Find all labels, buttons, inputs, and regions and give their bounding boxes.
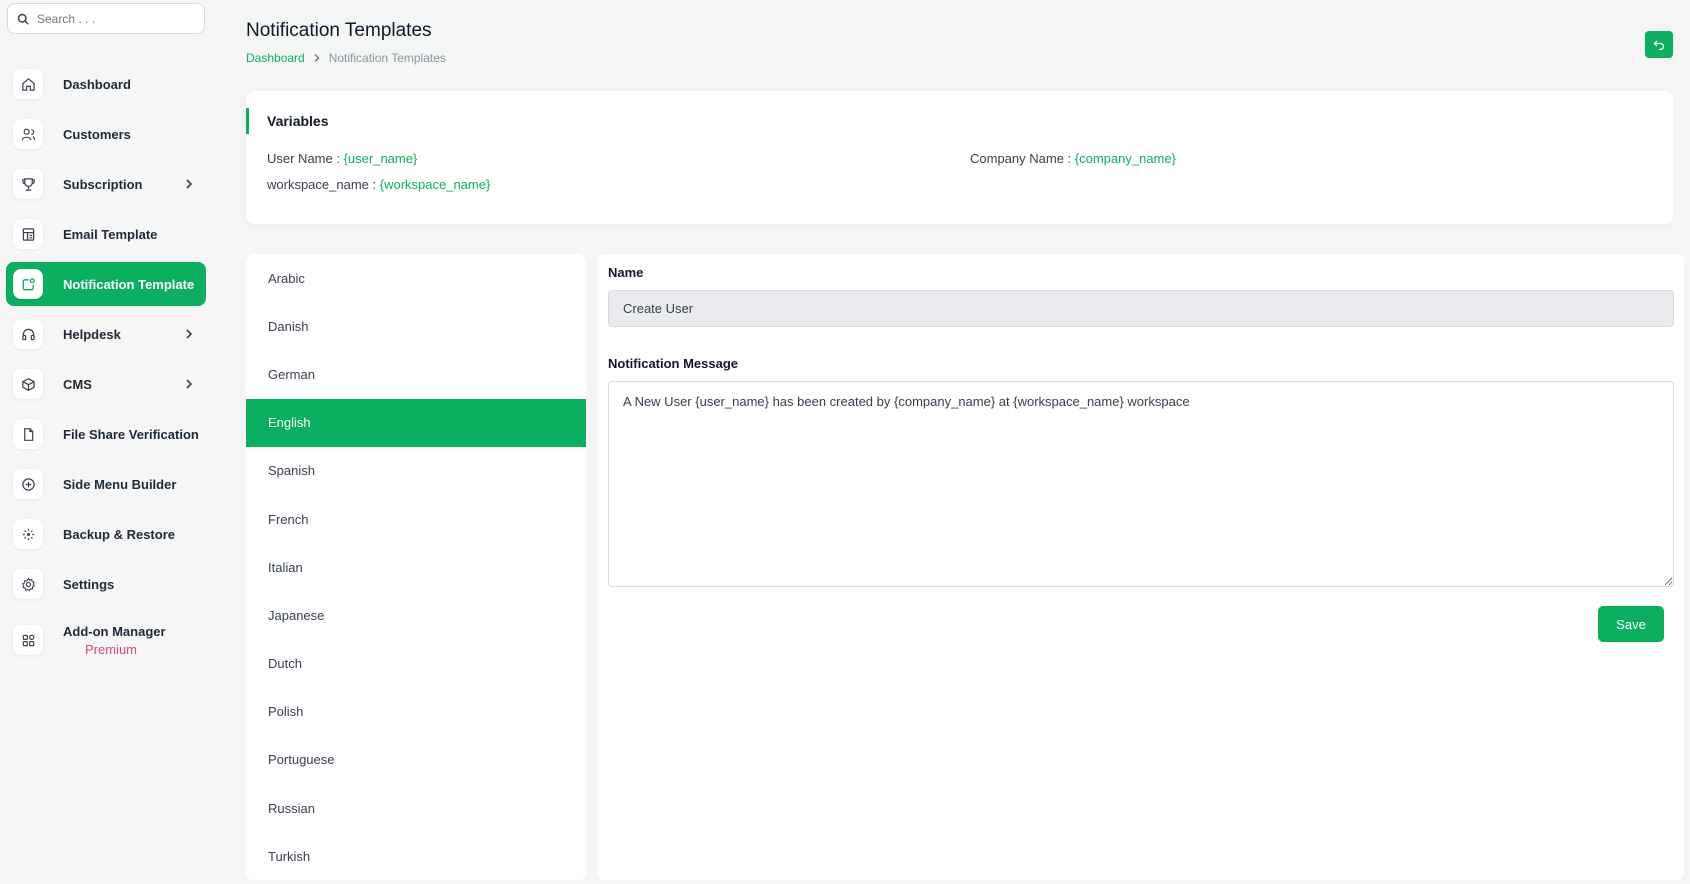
variable-company-name: Company Name : {company_name} bbox=[970, 151, 1176, 166]
premium-badge: Premium bbox=[85, 642, 138, 657]
breadcrumb: Dashboard Notification Templates bbox=[246, 51, 446, 65]
variables-card: Variables User Name : {user_name} Compan… bbox=[246, 91, 1673, 224]
sidebar-item-label: Email Template bbox=[63, 226, 158, 242]
sidebar-item-settings[interactable]: Settings bbox=[6, 562, 206, 606]
sidebar: Dashboard Customers Subscription Email T… bbox=[0, 0, 220, 884]
back-button[interactable] bbox=[1645, 31, 1673, 58]
cube-icon bbox=[13, 369, 43, 399]
language-item-german[interactable]: German bbox=[246, 350, 586, 398]
card-accent-bar bbox=[246, 108, 249, 134]
sidebar-item-label: Helpdesk bbox=[63, 326, 121, 342]
sidebar-item-file-share-verification[interactable]: File Share Verification bbox=[6, 412, 206, 456]
language-item-turkish[interactable]: Turkish bbox=[246, 832, 586, 880]
sidebar-item-label: File Share Verification bbox=[63, 426, 199, 442]
sidebar-nav: Dashboard Customers Subscription Email T… bbox=[6, 62, 206, 672]
language-item-dutch[interactable]: Dutch bbox=[246, 640, 586, 688]
variable-label: Company Name : bbox=[970, 151, 1075, 166]
chevron-right-icon bbox=[314, 54, 320, 62]
notification-message-label: Notification Message bbox=[608, 356, 739, 371]
template-editor: Name Notification Message A New User {us… bbox=[597, 254, 1684, 880]
variable-workspace-name: workspace_name : {workspace_name} bbox=[267, 177, 490, 192]
breadcrumb-current: Notification Templates bbox=[328, 51, 446, 65]
language-item-polish[interactable]: Polish bbox=[246, 688, 586, 736]
language-list: Arabic Danish German English Spanish Fre… bbox=[246, 254, 586, 880]
sidebar-item-label: Backup & Restore bbox=[63, 526, 175, 542]
sidebar-item-label: Settings bbox=[63, 576, 115, 592]
sidebar-item-helpdesk[interactable]: Helpdesk bbox=[6, 312, 206, 356]
name-field[interactable] bbox=[608, 290, 1674, 327]
sidebar-item-label: Side Menu Builder bbox=[63, 476, 177, 492]
save-button[interactable]: Save bbox=[1598, 606, 1664, 642]
page-title: Notification Templates bbox=[246, 20, 432, 41]
backup-icon bbox=[13, 519, 43, 549]
back-arrow-icon bbox=[1653, 40, 1665, 50]
chevron-right-icon bbox=[186, 379, 193, 389]
language-item-italian[interactable]: Italian bbox=[246, 543, 586, 591]
template-icon bbox=[13, 219, 43, 249]
gear-icon bbox=[13, 569, 43, 599]
grid-icon bbox=[13, 625, 43, 655]
notification-icon bbox=[13, 269, 43, 299]
sidebar-item-label: Customers bbox=[63, 126, 131, 142]
language-item-spanish[interactable]: Spanish bbox=[246, 447, 586, 495]
name-label: Name bbox=[608, 265, 644, 280]
language-item-french[interactable]: French bbox=[246, 495, 586, 543]
sidebar-item-cms[interactable]: CMS bbox=[6, 362, 206, 406]
language-item-portuguese[interactable]: Portuguese bbox=[246, 736, 586, 784]
trophy-icon bbox=[13, 169, 43, 199]
sidebar-item-addon-manager[interactable]: Add-on Manager Premium bbox=[6, 612, 206, 666]
sidebar-item-customers[interactable]: Customers bbox=[6, 112, 206, 156]
sidebar-item-label: Add-on Manager bbox=[63, 624, 166, 639]
notification-message-textarea[interactable]: A New User {user_name} has been created … bbox=[608, 381, 1674, 587]
variable-value: {company_name} bbox=[1074, 151, 1176, 166]
sidebar-item-side-menu-builder[interactable]: Side Menu Builder bbox=[6, 462, 206, 506]
search-icon bbox=[17, 13, 29, 25]
sidebar-item-backup-restore[interactable]: Backup & Restore bbox=[6, 512, 206, 556]
language-item-danish[interactable]: Danish bbox=[246, 302, 586, 350]
search-box[interactable] bbox=[7, 3, 205, 34]
sidebar-item-subscription[interactable]: Subscription bbox=[6, 162, 206, 206]
users-icon bbox=[13, 119, 43, 149]
variable-value: {workspace_name} bbox=[379, 177, 491, 192]
sidebar-item-label: Dashboard bbox=[63, 76, 131, 92]
language-item-japanese[interactable]: Japanese bbox=[246, 591, 586, 639]
variable-label: User Name : bbox=[267, 151, 344, 166]
variable-label: workspace_name : bbox=[267, 177, 380, 192]
variable-user-name: User Name : {user_name} bbox=[267, 151, 417, 166]
home-icon bbox=[13, 69, 43, 99]
chevron-right-icon bbox=[186, 179, 193, 189]
sidebar-item-label: Subscription bbox=[63, 176, 143, 192]
search-input[interactable] bbox=[37, 11, 197, 26]
sidebar-item-dashboard[interactable]: Dashboard bbox=[6, 62, 206, 106]
breadcrumb-dashboard-link[interactable]: Dashboard bbox=[246, 51, 305, 65]
file-icon bbox=[13, 419, 43, 449]
language-item-arabic[interactable]: Arabic bbox=[246, 254, 586, 302]
variables-title: Variables bbox=[267, 113, 329, 129]
chevron-right-icon bbox=[186, 329, 193, 339]
variable-value: {user_name} bbox=[343, 151, 418, 166]
sidebar-item-notification-template[interactable]: Notification Template bbox=[6, 262, 206, 306]
plus-circle-icon bbox=[13, 469, 43, 499]
language-item-english[interactable]: English bbox=[246, 398, 586, 447]
headset-icon bbox=[13, 319, 43, 349]
sidebar-item-email-template[interactable]: Email Template bbox=[6, 212, 206, 256]
sidebar-item-label: Notification Template bbox=[63, 276, 195, 292]
sidebar-item-label: CMS bbox=[63, 376, 92, 392]
language-item-russian[interactable]: Russian bbox=[246, 784, 586, 832]
